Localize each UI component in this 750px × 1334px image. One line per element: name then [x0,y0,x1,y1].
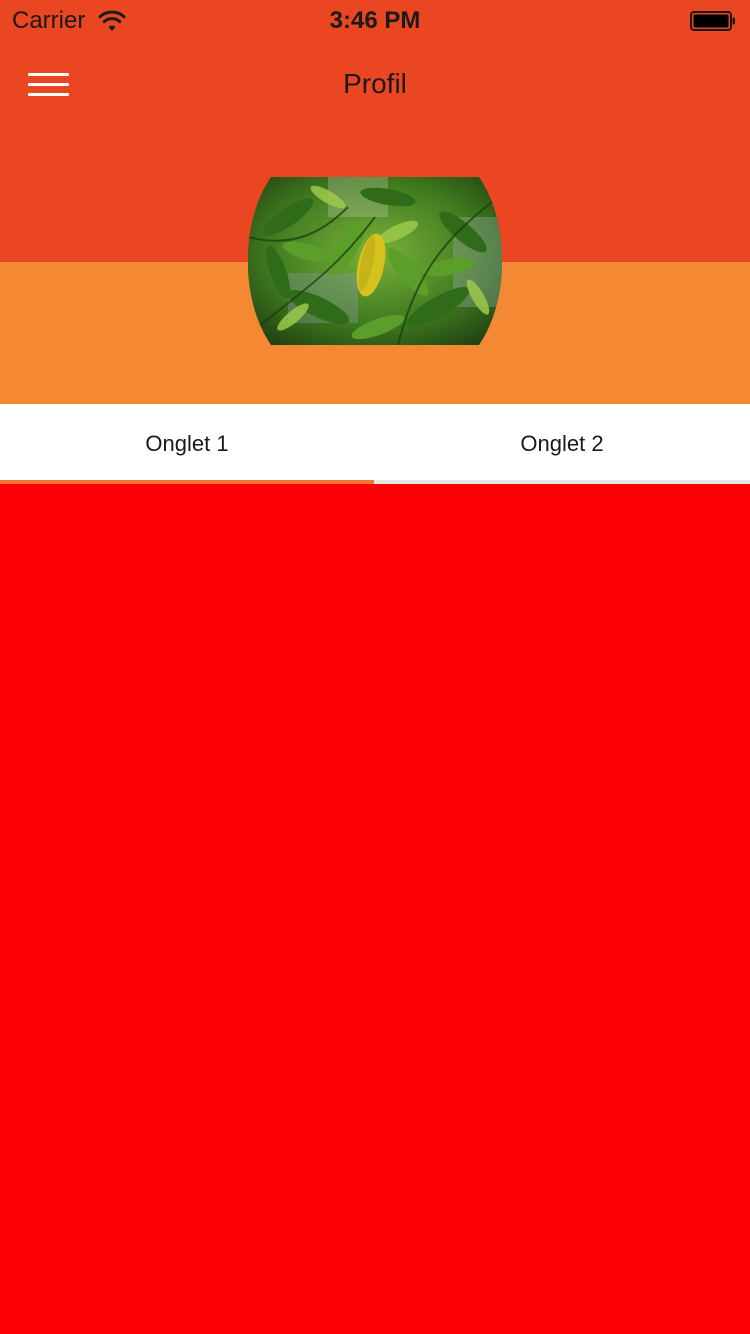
tab-content-area [0,484,750,1334]
profile-avatar[interactable] [248,177,502,345]
tab-onglet-1[interactable]: Onglet 1 [0,404,374,484]
tab-onglet-2[interactable]: Onglet 2 [374,404,750,484]
status-bar: Carrier 3:46 PM [0,0,750,40]
battery-icon [690,11,735,31]
status-time: 3:46 PM [329,7,421,34]
tab-bar: Onglet 1 Onglet 2 [0,404,750,484]
tab-label: Onglet 2 [520,431,604,456]
tab-label: Onglet 1 [145,431,229,456]
page-title: Profil [343,68,407,99]
